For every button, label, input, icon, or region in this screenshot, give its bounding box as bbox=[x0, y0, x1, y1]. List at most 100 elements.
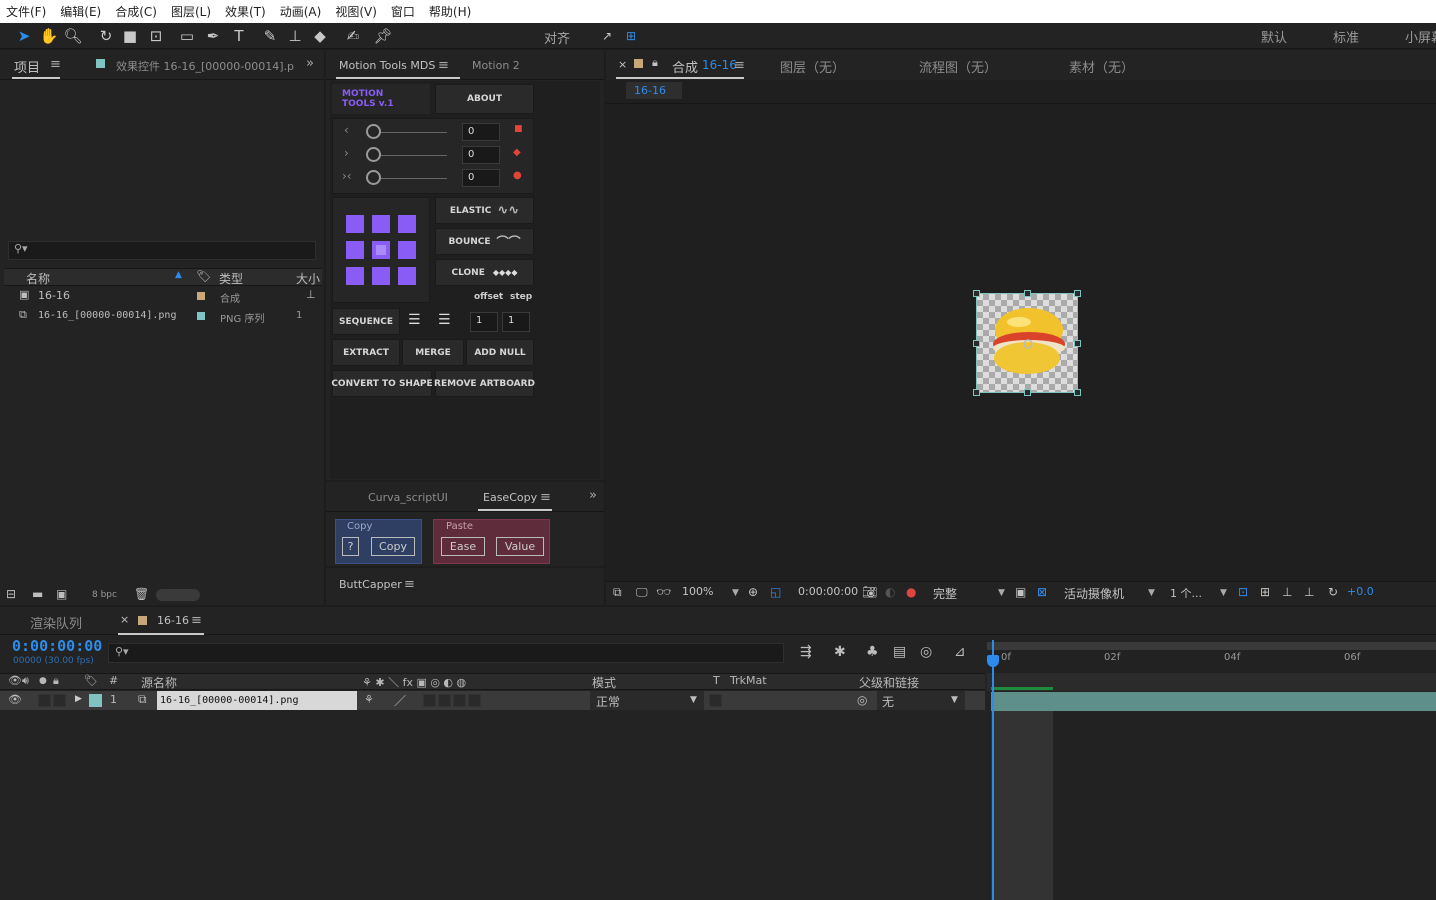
layer-name-field[interactable]: 16-16_[00000-00014].png bbox=[157, 691, 357, 710]
flowchart-icon[interactable]: ⊥ bbox=[1304, 585, 1314, 599]
type-tool-icon[interactable]: T bbox=[229, 26, 249, 46]
project-search-input[interactable]: ⚲▾ bbox=[8, 241, 316, 260]
layer-preview[interactable] bbox=[973, 290, 1081, 396]
bounce-button[interactable]: BOUNCE ⌒⌒ bbox=[435, 228, 534, 255]
menu-icon[interactable]: ≡ bbox=[540, 490, 551, 505]
extract-button[interactable]: EXTRACT bbox=[332, 339, 400, 366]
switch-toggle[interactable] bbox=[453, 694, 466, 707]
solo-toggle[interactable] bbox=[38, 694, 51, 707]
help-button[interactable]: ? bbox=[342, 537, 359, 556]
step-field[interactable]: 1 bbox=[502, 312, 530, 332]
timeline-icon[interactable]: ⊥ bbox=[1282, 585, 1292, 599]
switch-toggle[interactable] bbox=[423, 694, 436, 707]
column-type[interactable]: 类型 bbox=[219, 270, 243, 287]
tab-easecopy[interactable]: EaseCopy bbox=[483, 491, 537, 504]
layer-duration-bar[interactable] bbox=[991, 692, 1436, 711]
lock-toggle[interactable] bbox=[53, 694, 66, 707]
panel-overflow-icon[interactable]: » bbox=[589, 488, 597, 503]
column-parent[interactable]: 父级和链接 bbox=[859, 674, 919, 691]
layer-label-color[interactable] bbox=[89, 694, 102, 707]
transform-handle[interactable] bbox=[1074, 290, 1081, 297]
anchor-bottom-left[interactable] bbox=[346, 267, 364, 285]
reset-exposure-icon[interactable]: ⊞ bbox=[1260, 585, 1270, 599]
eye-icon[interactable]: 👁︎ bbox=[8, 693, 22, 706]
motion-blur-icon[interactable]: ◎ bbox=[920, 644, 932, 660]
draft-3d-icon[interactable]: ✱ bbox=[834, 644, 846, 660]
merge-button[interactable]: MERGE bbox=[402, 339, 464, 366]
camera-select[interactable]: 活动摄像机 bbox=[1064, 585, 1124, 602]
slider-1-value[interactable]: 0 bbox=[462, 123, 500, 141]
tab-project[interactable]: 项目 bbox=[14, 57, 40, 76]
menu-layer[interactable]: 图层(L) bbox=[171, 3, 211, 20]
transform-handle[interactable] bbox=[1074, 389, 1081, 396]
mask-visibility-icon[interactable]: 👓︎ bbox=[656, 585, 671, 599]
shy-switch-icon[interactable]: ⚘ bbox=[364, 693, 374, 706]
column-source-name[interactable]: 源名称 bbox=[141, 674, 177, 691]
fast-preview-icon[interactable]: ▣ bbox=[1015, 585, 1026, 599]
frame-blending-icon[interactable]: ▤ bbox=[893, 644, 906, 660]
pen-tool-icon[interactable]: ✒ bbox=[203, 26, 223, 46]
tab-timeline-comp[interactable]: 16-16 bbox=[157, 614, 189, 627]
tab-render-queue[interactable]: 渲染队列 bbox=[30, 613, 82, 632]
parent-pickwhip-icon[interactable]: ◎ bbox=[857, 693, 867, 707]
views-select[interactable]: 1 个... bbox=[1170, 585, 1202, 601]
menu-icon[interactable]: ≡ bbox=[50, 57, 61, 72]
switch-toggle[interactable] bbox=[468, 694, 481, 707]
label-color-swatch[interactable] bbox=[197, 312, 205, 320]
transparency-grid-icon[interactable]: ⊠ bbox=[1037, 585, 1047, 599]
work-area-bar[interactable] bbox=[987, 642, 1436, 650]
snap-option-icon[interactable]: ⊞ bbox=[621, 26, 641, 46]
menu-file[interactable]: 文件(F) bbox=[6, 3, 46, 20]
anchor-center[interactable] bbox=[372, 241, 390, 259]
switch-toggle[interactable] bbox=[438, 694, 451, 707]
fit-icon[interactable]: ⊕ bbox=[748, 585, 758, 599]
label-color-swatch[interactable] bbox=[197, 292, 205, 300]
clone-stamp-tool-icon[interactable]: ⊥ bbox=[285, 26, 305, 46]
preserve-transparency-toggle[interactable] bbox=[709, 694, 722, 707]
paste-value-button[interactable]: Value bbox=[496, 537, 544, 556]
paste-ease-button[interactable]: Ease bbox=[441, 537, 485, 556]
sort-ascending-icon[interactable]: ▲ bbox=[175, 270, 182, 280]
transform-handle[interactable] bbox=[973, 389, 980, 396]
tab-comp-name[interactable]: 16-16 bbox=[702, 58, 737, 72]
timeline-search-input[interactable]: ⚲▾ bbox=[108, 643, 784, 663]
column-mode[interactable]: 模式 bbox=[592, 674, 616, 691]
menu-icon[interactable]: ≡ bbox=[734, 58, 745, 73]
anchor-bottom-center[interactable] bbox=[372, 267, 390, 285]
menu-icon[interactable]: ≡ bbox=[438, 58, 449, 73]
anchor-middle-right[interactable] bbox=[398, 241, 416, 259]
workspace-small-screen[interactable]: 小屏幕 bbox=[1405, 27, 1436, 46]
shy-layers-icon[interactable]: ♣ bbox=[866, 644, 879, 660]
anchor-top-left[interactable] bbox=[346, 215, 364, 233]
offset-field[interactable]: 1 bbox=[470, 312, 498, 332]
brush-tool-icon[interactable]: ✎ bbox=[260, 26, 280, 46]
audio-icon[interactable]: 🔊︎ bbox=[22, 674, 29, 688]
region-of-interest-icon[interactable]: ◱ bbox=[770, 585, 781, 599]
trash-icon[interactable]: 🗑︎ bbox=[134, 587, 149, 601]
menu-effect[interactable]: 效果(T) bbox=[225, 3, 266, 20]
tab-flowchart[interactable]: 流程图（无） bbox=[919, 57, 997, 76]
puppet-pin-tool-icon[interactable]: 📌︎ bbox=[373, 26, 393, 46]
tab-comp-prefix[interactable]: 合成 bbox=[672, 57, 698, 76]
roto-brush-tool-icon[interactable]: ✍ bbox=[343, 26, 363, 46]
project-item[interactable]: ▣ 16-16 合成 ⊥ bbox=[4, 287, 322, 306]
eye-icon[interactable]: 👁︎ bbox=[8, 674, 22, 687]
transform-handle[interactable] bbox=[973, 290, 980, 297]
tab-curva[interactable]: Curva_scriptUI bbox=[368, 491, 448, 504]
eraser-tool-icon[interactable]: ◆ bbox=[310, 26, 330, 46]
remove-artboard-button[interactable]: REMOVE ARTBOARD bbox=[434, 370, 535, 397]
anchor-top-center[interactable] bbox=[372, 215, 390, 233]
pan-behind-tool-icon[interactable]: ⊡ bbox=[146, 26, 166, 46]
label-tag-icon[interactable]: 🏷︎ bbox=[196, 269, 211, 283]
toggle-pixel-aspect-icon[interactable]: ⊡ bbox=[1238, 585, 1248, 599]
playhead-handle[interactable] bbox=[987, 655, 999, 667]
always-preview-icon[interactable]: ⧉ bbox=[613, 585, 622, 600]
column-trkmat[interactable]: TrkMat bbox=[730, 674, 767, 687]
show-snapshot-icon[interactable]: ◐ bbox=[885, 585, 895, 599]
thumbnail-slider[interactable] bbox=[156, 589, 200, 601]
sequence-reverse-icon[interactable]: ☰ bbox=[438, 312, 451, 328]
snap-icon[interactable]: ↗ bbox=[597, 26, 617, 46]
copy-button[interactable]: Copy bbox=[371, 537, 415, 556]
lock-icon[interactable]: 🔒︎ bbox=[53, 674, 59, 688]
column-size[interactable]: 大小 bbox=[296, 270, 320, 287]
